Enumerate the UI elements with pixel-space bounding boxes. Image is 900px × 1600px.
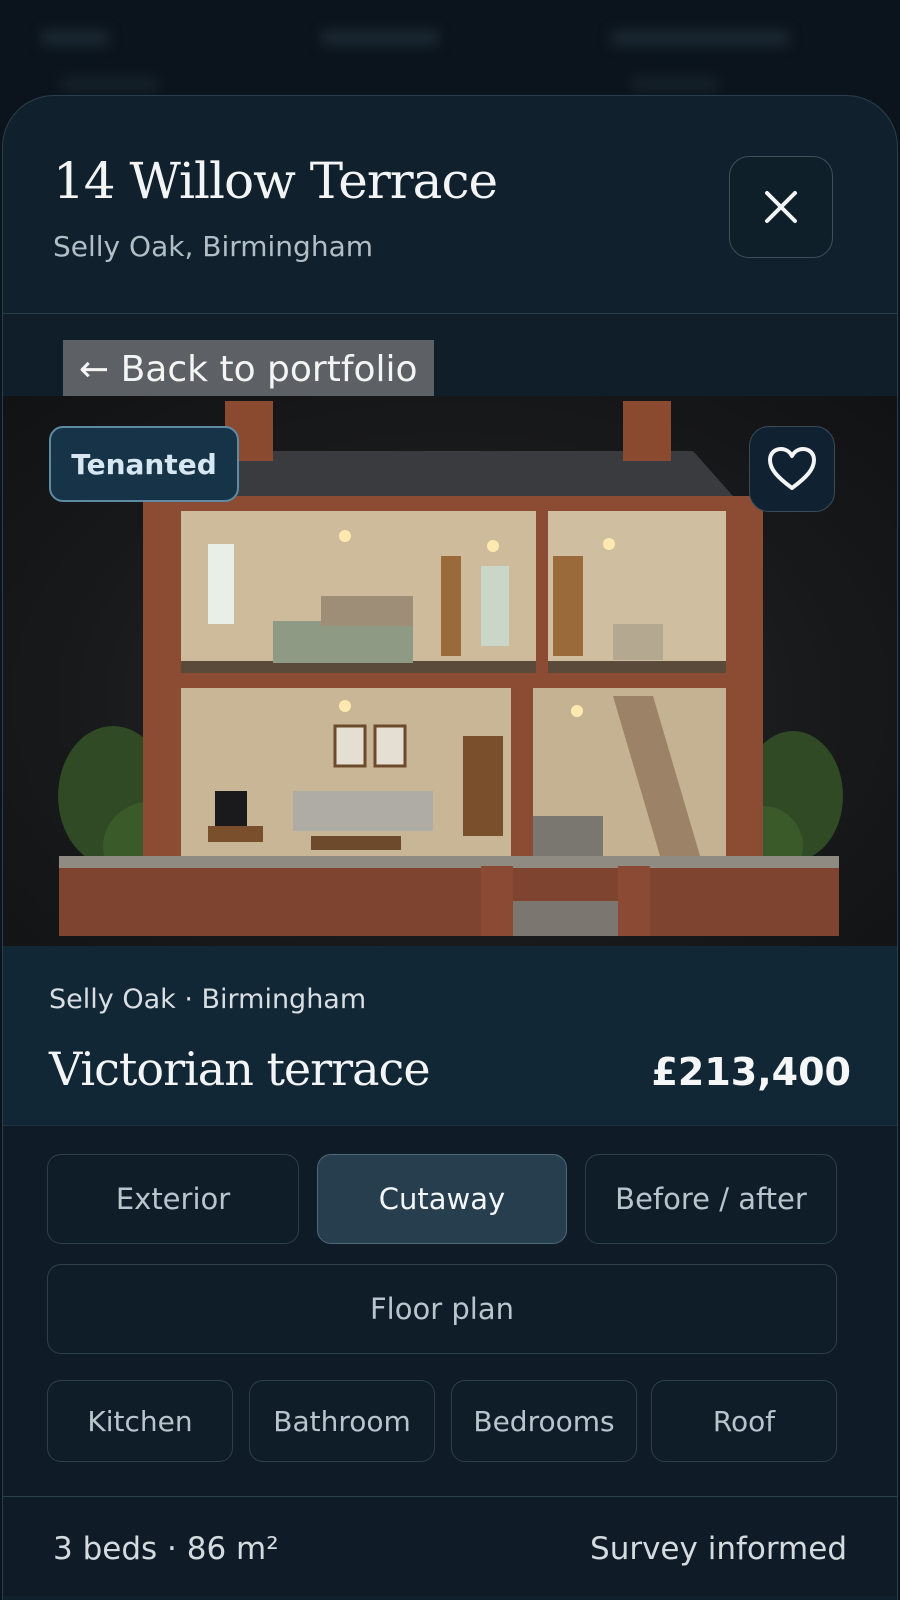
property-info: Selly Oak · Birmingham Victorian terrace…: [3, 946, 897, 1126]
heart-icon: [768, 447, 816, 490]
view-selector: Exterior Cutaway Before / after Floor pl…: [3, 1126, 897, 1496]
tab-before-after[interactable]: Before / after: [585, 1154, 837, 1244]
status-badge: Tenanted: [49, 426, 239, 502]
beds-area-summary: 3 beds · 86 m²: [53, 1531, 279, 1567]
property-type: Victorian terrace: [49, 1042, 431, 1096]
property-detail-sheet: 14 Willow Terrace Selly Oak, Birmingham …: [2, 95, 898, 1600]
tab-cutaway[interactable]: Cutaway: [317, 1154, 567, 1244]
property-footer: 3 beds · 86 m² Survey informed: [3, 1496, 897, 1596]
sheet-header: 14 Willow Terrace Selly Oak, Birmingham: [3, 96, 897, 314]
close-icon: [765, 191, 797, 223]
room-chip-bathroom[interactable]: Bathroom: [249, 1380, 435, 1462]
tab-floor-plan[interactable]: Floor plan: [47, 1264, 837, 1354]
property-hero-image: Tenanted: [3, 396, 897, 946]
favorite-button[interactable]: [749, 426, 835, 512]
room-chip-roof[interactable]: Roof: [651, 1380, 837, 1462]
tab-exterior[interactable]: Exterior: [47, 1154, 299, 1244]
back-to-portfolio-link[interactable]: ← Back to portfolio: [63, 340, 434, 398]
close-button[interactable]: [729, 156, 833, 258]
property-location: Selly Oak · Birmingham: [49, 984, 367, 1015]
survey-status: Survey informed: [590, 1531, 847, 1567]
property-title: 14 Willow Terrace: [53, 152, 498, 210]
room-chip-kitchen[interactable]: Kitchen: [47, 1380, 233, 1462]
room-chip-bedrooms[interactable]: Bedrooms: [451, 1380, 637, 1462]
property-price: £213,400: [651, 1050, 851, 1094]
back-row: ← Back to portfolio: [3, 314, 897, 398]
property-subtitle: Selly Oak, Birmingham: [53, 230, 374, 263]
